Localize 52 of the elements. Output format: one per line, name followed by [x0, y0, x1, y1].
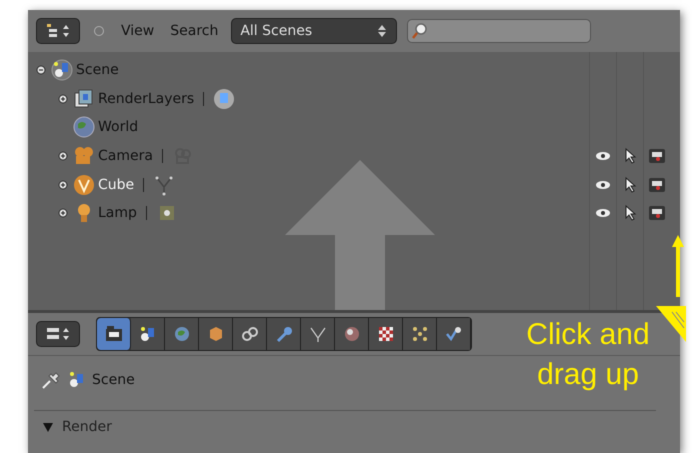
editor-type-button[interactable]: [36, 18, 80, 44]
panel-header[interactable]: Render: [34, 410, 656, 443]
render-tab[interactable]: [97, 318, 131, 350]
menu-item[interactable]: View: [118, 23, 158, 39]
tree-item[interactable]: Lamp: [98, 205, 137, 222]
scene-icon: [68, 371, 86, 389]
expand-toggle[interactable]: [58, 180, 70, 190]
search-icon: [411, 22, 430, 40]
outliner-editor-icon: [45, 22, 71, 40]
object-tab[interactable]: [199, 318, 233, 350]
render-layers-icon: [73, 88, 95, 110]
menu-item[interactable]: Search: [167, 23, 222, 39]
annotation-text: Click and drag up: [525, 317, 651, 393]
corner-handle-drawing: [654, 306, 686, 342]
modifiers-tab[interactable]: [267, 318, 301, 350]
physics-icon: [444, 325, 464, 343]
world-icon: [73, 116, 95, 138]
expand-toggle[interactable]: [58, 208, 70, 218]
render-icon: [104, 325, 124, 343]
render-camera-icon[interactable]: [648, 176, 666, 193]
pin-icon[interactable]: [40, 370, 62, 390]
scene-icon: [51, 59, 73, 82]
data-icon[interactable]: [153, 174, 176, 196]
physics-tab[interactable]: [437, 318, 471, 350]
data-tab[interactable]: [301, 318, 335, 350]
breadcrumb-label: Scene: [92, 372, 135, 388]
world-tab[interactable]: [165, 318, 199, 350]
tree-item[interactable]: Camera: [98, 148, 153, 164]
render-camera-icon[interactable]: [648, 205, 666, 222]
material-tab[interactable]: [335, 318, 369, 350]
tree-item[interactable]: World: [98, 119, 138, 136]
expand-toggle[interactable]: [58, 94, 70, 104]
disclosure-triangle-icon[interactable]: [42, 421, 54, 433]
particles-tab[interactable]: [403, 318, 437, 350]
mesh-icon: [73, 174, 95, 196]
search-field[interactable]: [407, 19, 592, 43]
scene-tab[interactable]: [131, 318, 165, 350]
up-down-arrows-icon: [378, 25, 386, 37]
expand-toggle[interactable]: [58, 151, 70, 162]
texture-tab[interactable]: [369, 318, 403, 350]
expand-toggle[interactable]: [36, 65, 48, 76]
tree-item[interactable]: Cube: [98, 176, 134, 193]
constraints-tab[interactable]: [233, 318, 267, 350]
data-icon[interactable]: [213, 88, 236, 110]
data-icon: [308, 325, 328, 343]
constraints-icon: [240, 325, 260, 343]
tree-item[interactable]: RenderLayers: [98, 90, 194, 107]
drag-arrow-drawing: [672, 235, 684, 297]
editor-type-button[interactable]: [36, 321, 80, 347]
tree-item[interactable]: Scene: [76, 62, 119, 78]
render-camera-icon[interactable]: [648, 148, 666, 164]
display-mode-dropdown[interactable]: All Scenes: [231, 18, 398, 44]
